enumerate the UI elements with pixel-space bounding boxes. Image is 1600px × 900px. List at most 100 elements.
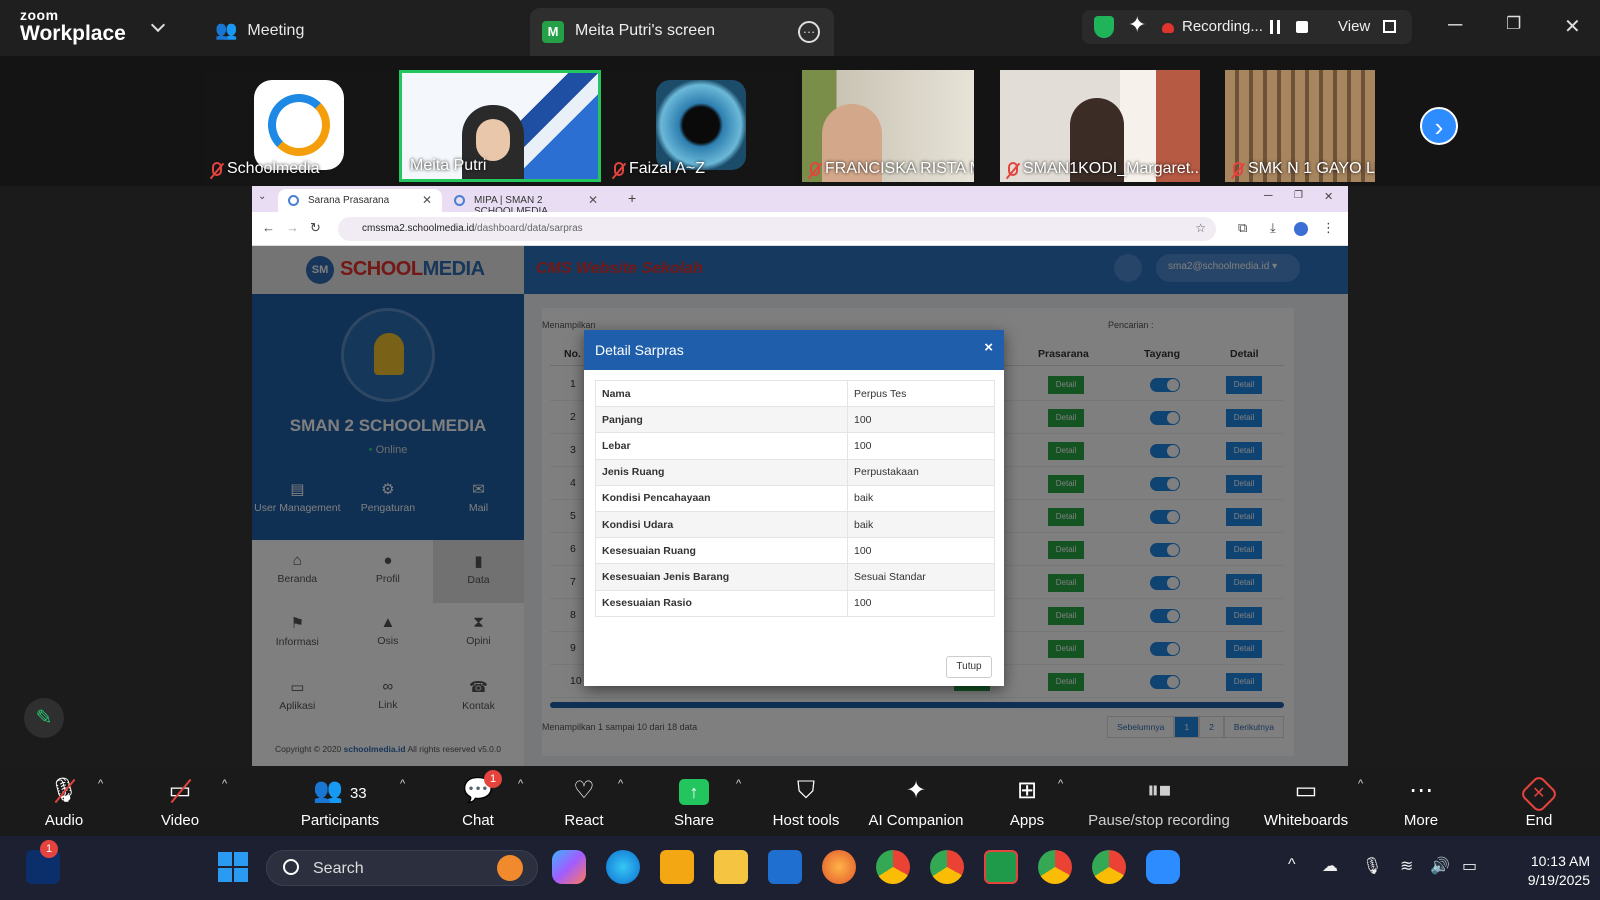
security-shield-icon[interactable] — [1094, 16, 1114, 38]
battery-icon[interactable]: ▭ — [1462, 856, 1477, 876]
recording-controls: ✦ Recording... View — [1082, 10, 1412, 44]
participants-caret-icon[interactable]: ^ — [400, 778, 405, 790]
share-button[interactable]: ↑ Share ^ — [664, 776, 741, 829]
participant-name: Schoolmedia — [227, 160, 320, 177]
detail-key: Nama — [595, 379, 848, 408]
browser-minimize-icon[interactable]: ─ — [1264, 188, 1273, 202]
participant-tile[interactable]: FRANCISKA RISTA MU... — [802, 70, 974, 182]
ai-sparkle-icon[interactable]: ✦ — [1128, 12, 1146, 38]
react-caret-icon[interactable]: ^ — [618, 778, 623, 790]
react-button[interactable]: ♡ React ^ — [556, 776, 623, 829]
profile-avatar[interactable] — [1294, 222, 1308, 236]
search-placeholder: Search — [313, 860, 364, 877]
copilot-icon[interactable] — [552, 850, 586, 884]
tab-close-icon[interactable]: ✕ — [588, 193, 598, 207]
new-tab-icon[interactable]: + — [628, 190, 636, 206]
tab-list-icon[interactable]: ⌄ — [258, 191, 266, 202]
reload-icon[interactable]: ↻ — [310, 220, 321, 236]
pause-stop-recording-button[interactable]: ⏸⏹ Pause/stop recording — [1084, 776, 1234, 829]
detail-value: 100 — [847, 537, 995, 565]
participant-tile[interactable]: SMAN1KODI_Margaret... — [1000, 70, 1200, 182]
chrome-profile-icon[interactable] — [930, 850, 964, 884]
share-screen-icon: ↑ — [679, 779, 709, 805]
participant-tile[interactable]: Faizal A~Z — [606, 70, 796, 182]
download-icon[interactable]: ⤓ — [1270, 220, 1276, 236]
detail-row: Kondisi Pencahayaan baik — [595, 484, 995, 512]
apps-caret-icon[interactable]: ^ — [1058, 778, 1063, 790]
chat-button[interactable]: 💬 1 Chat ^ — [450, 770, 523, 829]
detail-row: Kesesuaian Ruang 100 — [595, 537, 995, 565]
more-button[interactable]: ⋯ More — [1396, 776, 1446, 829]
clock-date: 9/19/2025 — [1527, 872, 1590, 888]
apps-button[interactable]: ⊞ Apps ^ — [1002, 776, 1063, 829]
chrome-profile-icon[interactable] — [1038, 850, 1072, 884]
start-button[interactable] — [218, 852, 248, 882]
sublime-app-icon[interactable] — [660, 850, 694, 884]
audio-button[interactable]: 🎙 Audio ^ — [34, 776, 103, 829]
browser-close-icon[interactable]: ✕ — [1324, 190, 1333, 203]
edge-browser-icon[interactable] — [606, 850, 640, 884]
next-page-button[interactable]: › — [1420, 107, 1458, 145]
participant-tile-active[interactable]: Meita Putri — [399, 70, 601, 182]
taskbar-search[interactable]: Search — [266, 850, 538, 886]
chat-badge: 1 — [484, 770, 502, 788]
wifi-icon[interactable]: ≋ — [1400, 856, 1413, 876]
chat-caret-icon[interactable]: ^ — [518, 778, 523, 790]
menu-dots-icon[interactable]: ⋮ — [1322, 220, 1335, 236]
participant-tile[interactable]: Schoolmedia — [204, 70, 394, 182]
participant-tile[interactable]: SMK N 1 GAYO LUES — [1225, 70, 1375, 182]
end-call-icon: ✕ — [1519, 774, 1559, 814]
tutup-button[interactable]: Tutup — [946, 656, 992, 678]
address-bar[interactable]: cmssma2.schoolmedia.id/dashboard/data/sa… — [338, 217, 1216, 241]
ai-companion-button[interactable]: ✦ AI Companion — [864, 776, 968, 829]
chrome-icon[interactable] — [876, 850, 910, 884]
chevron-up-icon[interactable]: ^ — [1288, 856, 1296, 874]
extensions-icon[interactable]: ⧉ — [1238, 220, 1247, 236]
stop-recording-icon[interactable] — [1296, 21, 1308, 33]
tab-close-icon[interactable]: ✕ — [422, 193, 432, 207]
excel-icon[interactable] — [984, 850, 1018, 884]
firefox-icon[interactable] — [822, 850, 856, 884]
forward-icon[interactable]: → — [286, 220, 299, 235]
bookmark-star-icon[interactable]: ☆ — [1195, 221, 1206, 235]
schoolmedia-avatar — [254, 80, 344, 170]
cloud-icon[interactable]: ☁ — [1322, 856, 1338, 876]
annotate-pencil-icon[interactable]: ✎ — [24, 698, 64, 738]
browser-restore-icon[interactable]: ❐ — [1294, 190, 1303, 201]
detail-value: 100 — [847, 589, 995, 617]
video-options-caret-icon[interactable]: ^ — [222, 778, 227, 790]
microsoft-store-icon[interactable] — [768, 850, 802, 884]
view-button[interactable]: View — [1338, 18, 1370, 35]
tab-sarana-prasarana[interactable]: Sarana Prasarana ✕ — [278, 189, 442, 212]
video-button[interactable]: ▭ Video ^ — [150, 776, 227, 829]
tab-mipa[interactable]: MIPA | SMAN 2 SCHOOLMEDIA ✕ — [444, 189, 608, 217]
back-icon[interactable]: ← — [262, 220, 275, 235]
chevron-down-icon[interactable] — [150, 17, 166, 33]
host-tools-button[interactable]: ⛉ Host tools — [762, 776, 850, 829]
grid-view-icon[interactable] — [1383, 20, 1396, 33]
more-options-icon[interactable]: … — [798, 21, 820, 43]
volume-icon[interactable]: 🔊 — [1430, 856, 1450, 876]
minimize-icon[interactable]: ─ — [1448, 14, 1462, 37]
modal-close-icon[interactable]: × — [984, 339, 993, 356]
meeting-menu[interactable]: 👥 Meeting — [215, 20, 304, 41]
whiteboards-caret-icon[interactable]: ^ — [1358, 778, 1363, 790]
chrome-profile-icon[interactable] — [1092, 850, 1126, 884]
more-dots-icon: ⋯ — [1409, 777, 1433, 804]
whiteboards-button[interactable]: ▭ Whiteboards ^ — [1260, 776, 1363, 829]
zoom-app-icon[interactable] — [1146, 850, 1180, 884]
close-icon[interactable]: ✕ — [1564, 14, 1581, 39]
screen-share-tab[interactable]: M Meita Putri's screen … — [530, 8, 834, 56]
pause-recording-icon[interactable] — [1270, 20, 1280, 34]
restore-icon[interactable]: ❐ — [1506, 14, 1521, 34]
detail-key: Lebar — [595, 432, 848, 460]
participants-icon: 👥 — [313, 777, 344, 804]
microphone-icon[interactable]: 🎙 — [1362, 856, 1382, 876]
audio-options-caret-icon[interactable]: ^ — [98, 778, 103, 790]
taskbar-clock[interactable]: 10:13 AM 9/19/2025 — [1502, 852, 1590, 890]
share-caret-icon[interactable]: ^ — [736, 778, 741, 790]
detail-value: baik — [847, 484, 995, 512]
participants-button[interactable]: 👥 33 Participants ^ — [290, 776, 405, 829]
file-explorer-icon[interactable] — [714, 850, 748, 884]
end-button[interactable]: ✕ End — [1514, 774, 1564, 829]
